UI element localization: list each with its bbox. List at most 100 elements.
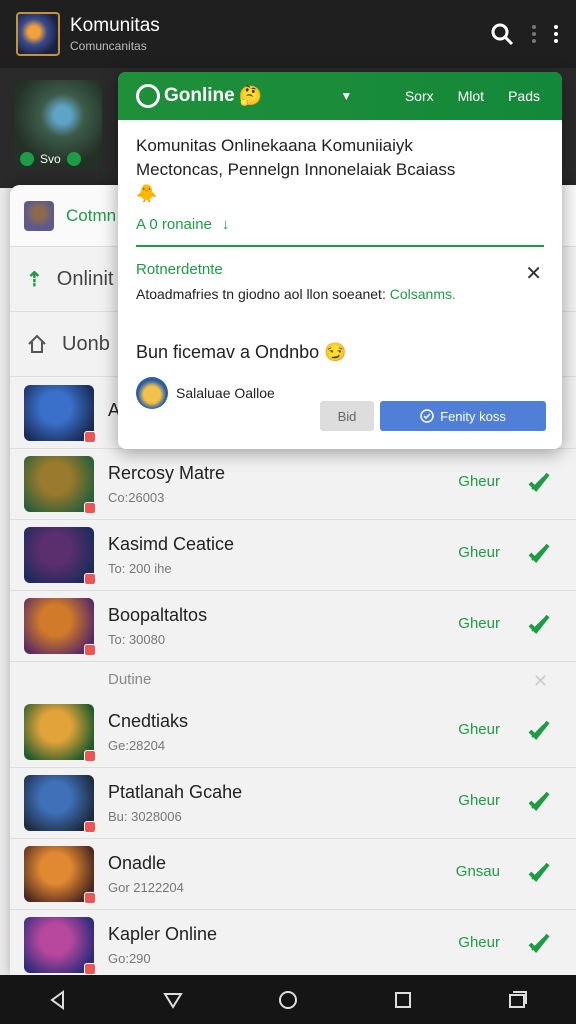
close-icon[interactable]: ✕ xyxy=(525,261,542,286)
hero-badge: Svo xyxy=(20,152,81,166)
secondary-button[interactable]: Bid xyxy=(320,401,374,431)
list-item[interactable]: Onadle Gor 2122204 Gnsau xyxy=(10,839,576,910)
list-item[interactable]: Rercosy Matre Co:26003 Gheur xyxy=(10,449,576,520)
primary-button[interactable]: Fenity koss xyxy=(380,401,546,431)
item-info: Rercosy Matre Co:26003 xyxy=(108,463,225,505)
expand-link[interactable]: A 0 ronaine ↓ xyxy=(136,216,544,233)
community-dialog: Gonline 🤔 ▼ Sorx Mlot Pads Komunitas Onl… xyxy=(118,72,562,449)
brand-label: Gonline xyxy=(164,85,235,106)
list-item[interactable]: Boopaltaltos To: 30080 Gheur xyxy=(10,591,576,662)
dialog-tab[interactable]: Pads xyxy=(508,88,540,104)
item-meta: Ge:28204 xyxy=(108,738,166,753)
system-nav-bar xyxy=(0,975,576,1024)
overflow-menu-icon[interactable] xyxy=(554,25,558,43)
platform-badge-icon xyxy=(84,963,96,975)
item-meta: Bu: 3028006 xyxy=(108,809,182,824)
item-status: Gnsau xyxy=(455,863,500,880)
status-dot-icon xyxy=(66,152,81,166)
list-item[interactable]: Kasimd Ceatice To: 200 ihe Gheur xyxy=(10,520,576,591)
check-icon[interactable] xyxy=(526,859,552,885)
search-icon[interactable] xyxy=(490,22,514,46)
platform-badge-icon xyxy=(84,821,96,833)
check-icon[interactable] xyxy=(526,540,552,566)
item-name: Ptatlanah Gcahe xyxy=(108,782,243,802)
dialog-tabs: Sorx Mlot Pads xyxy=(405,88,540,104)
check-icon[interactable] xyxy=(526,788,552,814)
dialog-tab[interactable]: Mlot xyxy=(458,88,484,104)
list-item[interactable]: Cnedtiaks Ge:28204 Gheur xyxy=(10,697,576,768)
list-item[interactable]: Kapler Online Go:290 Gheur xyxy=(10,910,576,981)
notice-title: Rotnerdetnte xyxy=(136,261,223,278)
dialog-buttons: Bid Fenity koss xyxy=(320,401,546,431)
game-thumbnail xyxy=(24,917,96,975)
online-dot-icon xyxy=(20,152,34,166)
down-triangle-icon[interactable] xyxy=(162,989,184,1011)
check-icon[interactable] xyxy=(526,469,552,495)
dialog-text-line2: Mectoncas, Pennelgn Innonelaiak Bcaiass xyxy=(136,160,456,179)
platform-badge-icon xyxy=(84,750,96,762)
item-info: Cnedtiaks Ge:28204 xyxy=(108,711,188,753)
check-icon[interactable] xyxy=(526,930,552,956)
item-status: Gheur xyxy=(458,473,500,490)
item-info: Onadle Gor 2122204 xyxy=(108,853,184,895)
dialog-tab[interactable]: Sorx xyxy=(405,88,434,104)
arrow-down-icon: ↓ xyxy=(221,216,230,233)
game-thumbnail xyxy=(24,456,96,514)
chevron-down-icon[interactable]: ▼ xyxy=(340,89,352,103)
brand-emoji: 🤔 xyxy=(238,86,263,107)
dialog-line2: Bun ficemav a Ondnbo 😏 xyxy=(136,342,347,362)
dialog-body: Komunitas Onlinekaana Komuniiaiyk Mecton… xyxy=(118,120,562,409)
item-name: Kasimd Ceatice xyxy=(108,534,235,554)
item-status: Gheur xyxy=(458,934,500,951)
up-arrow-icon: ⇡ xyxy=(26,268,43,291)
item-meta: To: 30080 xyxy=(108,632,166,647)
app-bar: Komunitas Comuncanitas xyxy=(0,0,576,68)
more-dim-icon[interactable] xyxy=(532,25,536,43)
platform-badge-icon xyxy=(84,644,96,656)
sheet-row-label: Cotmn xyxy=(66,205,117,225)
platform-badge-icon xyxy=(84,431,96,443)
item-name: Boopaltaltos xyxy=(108,605,208,625)
game-list: A Rercosy Matre Co:26003 Gheur Kasimd Ceatic… xyxy=(10,378,576,981)
list-item[interactable]: Ptatlanah Gcahe Bu: 3028006 Gheur xyxy=(10,768,576,839)
dialog-emoji: 🐥 xyxy=(136,184,158,203)
list-separator: Dutine ✕ xyxy=(10,662,576,697)
app-logo xyxy=(16,12,60,56)
user-avatar xyxy=(136,377,168,409)
notice-body: Atoadmafries tn giodno aol llon soeanet:… xyxy=(136,286,544,302)
home-circle-icon[interactable] xyxy=(277,989,299,1011)
dialog-header: Gonline 🤔 ▼ Sorx Mlot Pads xyxy=(118,72,562,120)
separator-label: Dutine xyxy=(108,671,152,688)
community-avatar xyxy=(24,200,54,231)
hero-badge-label: Svo xyxy=(40,152,61,166)
platform-badge-icon xyxy=(84,573,96,585)
dialog-brand[interactable]: Gonline 🤔 xyxy=(136,84,262,108)
game-thumbnail xyxy=(24,385,96,443)
item-meta: Go:290 xyxy=(108,951,151,966)
item-meta: Gor 2122204 xyxy=(108,880,184,895)
notice-box: Rotnerdetnte Atoadmafries tn giodno aol … xyxy=(136,261,544,302)
back-icon[interactable] xyxy=(47,989,69,1011)
recents-icon[interactable] xyxy=(392,989,414,1011)
dismiss-icon[interactable]: ✕ xyxy=(533,671,548,692)
switch-apps-icon[interactable] xyxy=(507,989,529,1011)
game-thumbnail xyxy=(24,598,96,656)
platform-badge-icon xyxy=(84,892,96,904)
sheet-row-label: Uonb xyxy=(62,332,110,355)
item-info: Kapler Online Go:290 xyxy=(108,924,217,966)
dialog-text-line1: Komunitas Onlinekaana Komuniiaiyk xyxy=(136,136,413,155)
notice-body-text: Atoadmafries tn giodno aol llon soeanet: xyxy=(136,286,386,302)
item-status: Gheur xyxy=(458,792,500,809)
sheet-row-label: Onlinit xyxy=(56,267,114,290)
game-thumbnail xyxy=(24,775,96,833)
item-name: Kapler Online xyxy=(108,924,218,944)
item-name: Rercosy Matre xyxy=(108,463,226,483)
expand-label: A 0 ronaine xyxy=(136,216,212,233)
app-title: Komunitas xyxy=(70,15,160,36)
item-name: Cnedtiaks xyxy=(108,711,189,731)
notice-link[interactable]: Colsanms. xyxy=(390,286,456,302)
item-status: Gheur xyxy=(458,721,500,738)
item-info: Boopaltaltos To: 30080 xyxy=(108,605,207,647)
check-icon[interactable] xyxy=(526,611,552,637)
check-icon[interactable] xyxy=(526,717,552,743)
